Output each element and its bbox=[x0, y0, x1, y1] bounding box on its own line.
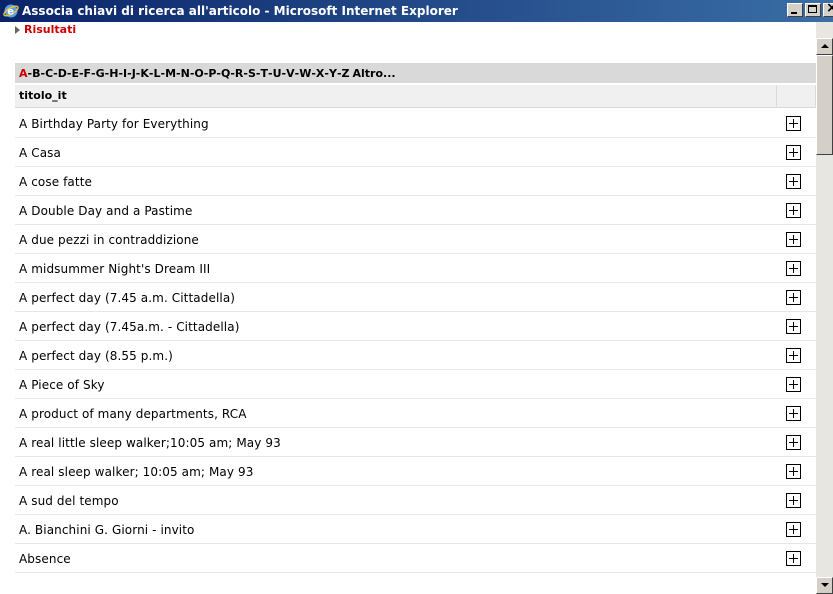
page-content: Risultati A-B-C-D-E-F-G-H-I-J-K-L-M-N-O-… bbox=[0, 22, 816, 594]
alphabet-letter-w[interactable]: W bbox=[299, 67, 311, 80]
plus-box-icon[interactable] bbox=[786, 551, 801, 566]
plus-box-icon[interactable] bbox=[786, 377, 801, 392]
row-title: A. Bianchini G. Giorni - invito bbox=[19, 523, 195, 537]
results-link-label: Risultati bbox=[24, 23, 77, 36]
plus-box-icon[interactable] bbox=[786, 319, 801, 334]
scroll-thumb[interactable] bbox=[816, 55, 833, 155]
window-title: Associa chiavi di ricerca all'articolo -… bbox=[22, 4, 458, 18]
alphabet-letter-g[interactable]: G bbox=[96, 67, 105, 80]
plus-box-icon[interactable] bbox=[786, 348, 801, 363]
table-row: A. Bianchini G. Giorni - invito bbox=[15, 515, 816, 544]
results-link[interactable]: Risultati bbox=[15, 23, 76, 36]
plus-box-icon[interactable] bbox=[786, 145, 801, 160]
plus-box-icon[interactable] bbox=[786, 522, 801, 537]
row-title: A due pezzi in contraddizione bbox=[19, 233, 199, 247]
table-row: A cose fatte bbox=[15, 167, 816, 196]
alphabet-letter-p[interactable]: P bbox=[208, 67, 216, 80]
table-row: A perfect day (7.45a.m. - Cittadella) bbox=[15, 312, 816, 341]
plus-box-icon[interactable] bbox=[786, 435, 801, 450]
alphabet-letter-f[interactable]: F bbox=[84, 67, 92, 80]
table-row: A due pezzi in contraddizione bbox=[15, 225, 816, 254]
alphabet-letter-x[interactable]: X bbox=[316, 67, 324, 80]
alphabet-letter-n[interactable]: N bbox=[181, 67, 190, 80]
alphabet-letter-s[interactable]: S bbox=[248, 67, 256, 80]
row-title: Absence bbox=[19, 552, 71, 566]
plus-box-icon[interactable] bbox=[786, 290, 801, 305]
alphabet-letter-y[interactable]: Y bbox=[329, 67, 337, 80]
alphabet-letter-q[interactable]: Q bbox=[221, 67, 230, 80]
plus-box-icon[interactable] bbox=[786, 116, 801, 131]
table-row: A perfect day (7.45 a.m. Cittadella) bbox=[15, 283, 816, 312]
row-title: A Birthday Party for Everything bbox=[19, 117, 209, 131]
table-row: A perfect day (8.55 p.m.) bbox=[15, 341, 816, 370]
table-row: A Double Day and a Pastime bbox=[15, 196, 816, 225]
column-header-titolo: titolo_it bbox=[19, 89, 67, 102]
alphabet-letter-v[interactable]: V bbox=[286, 67, 295, 80]
alphabet-letter-o[interactable]: O bbox=[194, 67, 203, 80]
internet-explorer-icon: e bbox=[3, 4, 19, 18]
alphabet-letter-h[interactable]: H bbox=[109, 67, 118, 80]
maximize-button[interactable] bbox=[805, 3, 821, 17]
plus-box-icon[interactable] bbox=[786, 203, 801, 218]
minimize-button[interactable] bbox=[787, 3, 803, 17]
table-header: titolo_it bbox=[15, 85, 816, 108]
row-title: A perfect day (7.45 a.m. Cittadella) bbox=[19, 291, 236, 305]
plus-box-icon[interactable] bbox=[786, 174, 801, 189]
row-title: A sud del tempo bbox=[19, 494, 119, 508]
scroll-up-button[interactable] bbox=[816, 38, 833, 55]
table-row: A Birthday Party for Everything bbox=[15, 109, 816, 138]
plus-box-icon[interactable] bbox=[786, 232, 801, 247]
table-row: A real little sleep walker;10:05 am; May… bbox=[15, 428, 816, 457]
row-title: A real little sleep walker;10:05 am; May… bbox=[19, 436, 281, 450]
table-row: Absence bbox=[15, 544, 816, 573]
table-row: A real sleep walker; 10:05 am; May 93 bbox=[15, 457, 816, 486]
row-title: A Piece of Sky bbox=[19, 378, 105, 392]
alphabet-letter-a[interactable]: A bbox=[19, 67, 28, 80]
alphabet-letter-k[interactable]: K bbox=[140, 67, 149, 80]
alphabet-letter-t[interactable]: T bbox=[261, 67, 269, 80]
column-divider bbox=[776, 85, 777, 108]
row-title: A perfect day (8.55 p.m.) bbox=[19, 349, 173, 363]
plus-box-icon[interactable] bbox=[786, 406, 801, 421]
plus-box-icon[interactable] bbox=[786, 261, 801, 276]
row-title: A Double Day and a Pastime bbox=[19, 204, 193, 218]
table-row: A Casa bbox=[15, 138, 816, 167]
results-table: A Birthday Party for Everything A Casa A c… bbox=[15, 109, 816, 573]
alphabet-letter-r[interactable]: R bbox=[235, 67, 243, 80]
alphabet-letter-u[interactable]: U bbox=[273, 67, 282, 80]
alphabet-filter-bar: A-B-C-D-E-F-G-H-I-J-K-L-M-N-O-P-Q-R-S-T-… bbox=[15, 63, 816, 83]
alphabet-more-link[interactable]: Altro... bbox=[353, 67, 396, 80]
triangle-right-icon bbox=[15, 25, 20, 34]
plus-box-icon[interactable] bbox=[786, 493, 801, 508]
close-button[interactable] bbox=[823, 0, 833, 17]
row-title: A cose fatte bbox=[19, 175, 92, 189]
row-title: A perfect day (7.45a.m. - Cittadella) bbox=[19, 320, 240, 334]
plus-box-icon[interactable] bbox=[786, 464, 801, 479]
alphabet-letter-e[interactable]: E bbox=[71, 67, 79, 80]
alphabet-letter-z[interactable]: Z bbox=[342, 67, 350, 80]
title-bar[interactable]: e Associa chiavi di ricerca all'articolo… bbox=[0, 0, 833, 22]
alphabet-letter-m[interactable]: M bbox=[165, 67, 176, 80]
alphabet-letter-b[interactable]: B bbox=[32, 67, 40, 80]
svg-text:e: e bbox=[7, 7, 14, 18]
table-row: A sud del tempo bbox=[15, 486, 816, 515]
alphabet-letter-c[interactable]: C bbox=[45, 67, 53, 80]
table-row: A Piece of Sky bbox=[15, 370, 816, 399]
row-title: A midsummer Night's Dream III bbox=[19, 262, 211, 276]
vertical-scrollbar[interactable] bbox=[816, 22, 833, 594]
table-row: A midsummer Night's Dream III bbox=[15, 254, 816, 283]
table-row: A product of many departments, RCA bbox=[15, 399, 816, 428]
row-title: A real sleep walker; 10:05 am; May 93 bbox=[19, 465, 254, 479]
alphabet-letter-d[interactable]: D bbox=[58, 67, 67, 80]
row-title: A Casa bbox=[19, 146, 61, 160]
row-title: A product of many departments, RCA bbox=[19, 407, 247, 421]
browser-window: e Associa chiavi di ricerca all'articolo… bbox=[0, 0, 833, 594]
scroll-down-button[interactable] bbox=[816, 577, 833, 594]
alphabet-letter-l[interactable]: L bbox=[153, 67, 160, 80]
